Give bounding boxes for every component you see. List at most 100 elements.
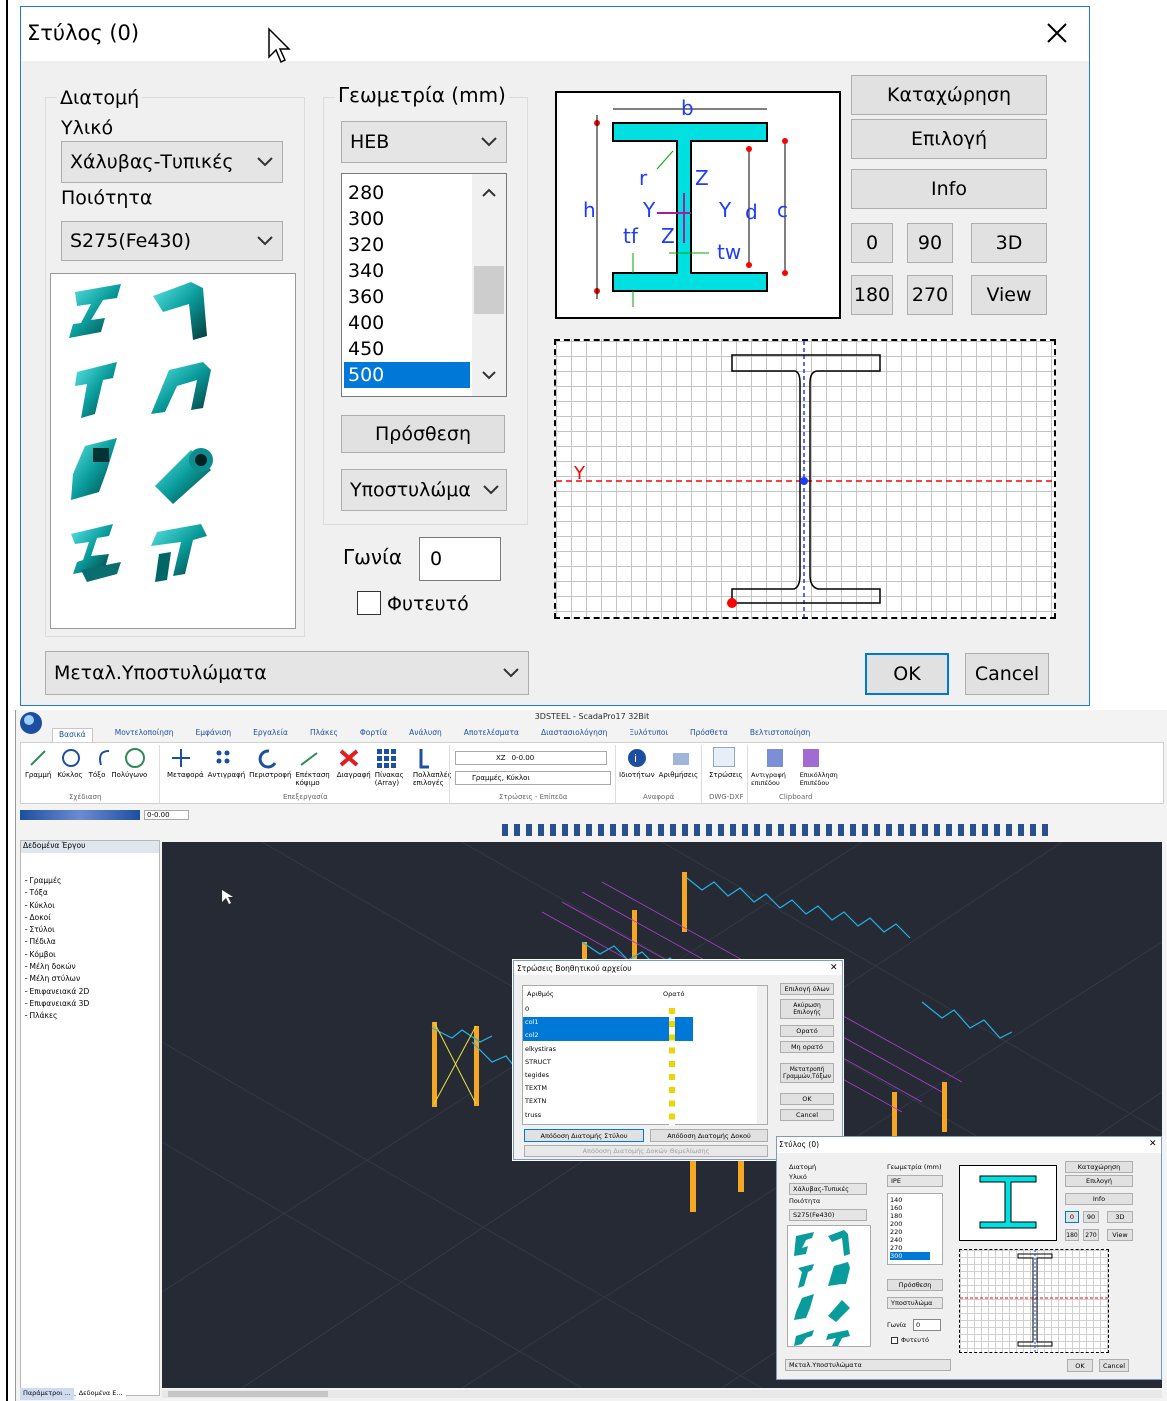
tree-item-columns[interactable]: ╴Στύλοι bbox=[25, 924, 89, 936]
size-item[interactable]: 220 bbox=[890, 1228, 942, 1236]
close-icon[interactable] bbox=[1045, 21, 1069, 45]
tree-item-footings[interactable]: ╴Πέδιλα bbox=[25, 936, 89, 948]
size-item[interactable]: 180 bbox=[890, 1212, 942, 1220]
cancel-selection-button[interactable]: Ακύρωση Επιλογής bbox=[780, 999, 834, 1019]
array-tool[interactable]: Πίνακας (Array) bbox=[375, 771, 409, 787]
small-rot0-button[interactable]: 0 bbox=[1065, 1211, 1079, 1223]
tab-basic[interactable]: Βασικά bbox=[52, 728, 93, 742]
category-combo[interactable]: Μεταλ.Υποστυλώματα bbox=[45, 651, 529, 695]
size-item[interactable]: 270 bbox=[890, 1244, 942, 1252]
layer-row-selected[interactable]: col1 bbox=[525, 1016, 556, 1029]
rotate-90-button[interactable]: 90 bbox=[907, 223, 953, 263]
small-select-button[interactable]: Επιλογή bbox=[1065, 1175, 1133, 1187]
small-info-button[interactable]: Info bbox=[1065, 1193, 1133, 1205]
tab-view[interactable]: Εμφάνιση bbox=[196, 728, 232, 742]
tab-slabs[interactable]: Πλάκες bbox=[310, 728, 338, 742]
small-category-combo[interactable]: Μεταλ.Υποστυλώματα bbox=[785, 1359, 951, 1371]
tab-project-data[interactable]: Δεδομένα Ε... bbox=[75, 1388, 126, 1400]
rect-tube-icon[interactable] bbox=[71, 438, 117, 500]
numbering-tool[interactable]: Αριθμήσεις bbox=[659, 771, 698, 779]
cancel-button[interactable]: Cancel bbox=[965, 653, 1049, 695]
rotate-tool[interactable]: Περιστροφή bbox=[249, 771, 291, 787]
tab-analysis[interactable]: Ανάλυση bbox=[409, 728, 442, 742]
layer-row[interactable]: truss bbox=[525, 1109, 556, 1122]
not-visible-button[interactable]: Μη ορατό bbox=[780, 1041, 834, 1053]
tree-item-surface-2d[interactable]: ╴Επιφανειακά 2D bbox=[25, 986, 89, 998]
layer-combo[interactable]: XZ 0-0.00 bbox=[455, 751, 607, 765]
properties-tool[interactable]: Ιδιοτήτων bbox=[619, 771, 655, 779]
select-button[interactable]: Επιλογή bbox=[851, 119, 1047, 159]
rotate-180-button[interactable]: 180 bbox=[851, 275, 893, 315]
multi-select-tool[interactable]: Πολλαπλές επιλογές bbox=[413, 771, 457, 787]
chevron-up-icon[interactable] bbox=[481, 188, 497, 198]
size-item[interactable]: 360 bbox=[348, 284, 384, 310]
paste-level-tool[interactable]: Επικόλληση Επιπέδου bbox=[800, 771, 847, 787]
quality-combo[interactable]: S275(Fe430) bbox=[61, 221, 283, 261]
dwg-layers-tool[interactable]: Στρώσεις bbox=[709, 771, 743, 779]
angle-shape-icon[interactable] bbox=[153, 282, 207, 340]
small-add-button[interactable]: Πρόσθεση bbox=[887, 1279, 943, 1291]
tree-item-nodes[interactable]: ╴Κόμβοι bbox=[25, 949, 89, 961]
small-3d-button[interactable]: 3D bbox=[1107, 1211, 1133, 1223]
small-cancel-button[interactable]: Cancel bbox=[1099, 1359, 1129, 1372]
visible-button[interactable]: Ορατό bbox=[780, 1025, 834, 1037]
polygon-tool[interactable]: Πολύγωνο bbox=[111, 771, 147, 779]
view-3d-button[interactable]: 3D bbox=[971, 223, 1047, 263]
double-channel-icon[interactable] bbox=[71, 524, 121, 582]
layer-row[interactable]: elkystiras bbox=[525, 1043, 556, 1056]
planted-checkbox[interactable] bbox=[357, 591, 381, 615]
copy-tool[interactable]: Αντιγραφή bbox=[208, 771, 246, 787]
tree-item-beams[interactable]: ╴Δοκοί bbox=[25, 912, 89, 924]
size-item[interactable]: 450 bbox=[348, 336, 384, 362]
small-profile-combo[interactable]: IPE bbox=[887, 1175, 943, 1187]
chevron-down-icon[interactable] bbox=[481, 370, 497, 380]
tree-item-surface-3d[interactable]: ╴Επιφανειακά 3D bbox=[25, 998, 89, 1010]
info-button[interactable]: Info bbox=[851, 169, 1047, 209]
assign-column-button[interactable]: Απόδοση Διατομής Στύλου bbox=[524, 1129, 644, 1142]
small-register-button[interactable]: Καταχώρηση bbox=[1065, 1161, 1133, 1173]
layer-row[interactable]: tegides bbox=[525, 1069, 556, 1082]
register-button[interactable]: Καταχώρηση bbox=[851, 75, 1047, 115]
size-item[interactable]: 240 bbox=[890, 1236, 942, 1244]
assign-beam-button[interactable]: Απόδοση Διατομής Δοκού bbox=[650, 1129, 768, 1142]
size-item[interactable]: 340 bbox=[348, 258, 384, 284]
tree-item-slabs[interactable]: ╴Πλάκες bbox=[25, 1010, 89, 1022]
tab-optimization[interactable]: Βελτιστοποίηση bbox=[750, 728, 810, 742]
tab-parameters[interactable]: Παράμετροι ... bbox=[20, 1388, 74, 1400]
close-icon[interactable]: ✕ bbox=[1149, 1139, 1157, 1149]
move-tool[interactable]: Μεταφορά bbox=[167, 771, 204, 787]
h-scrollbar[interactable] bbox=[162, 1390, 1162, 1398]
tab-results[interactable]: Αποτελέσματα bbox=[464, 728, 519, 742]
profile-combo[interactable]: HEB bbox=[341, 121, 507, 163]
tab-design[interactable]: Διαστασιολόγηση bbox=[541, 728, 607, 742]
tab-loads[interactable]: Φορτία bbox=[360, 728, 387, 742]
built-up-shape-icon[interactable] bbox=[151, 524, 207, 582]
small-quality-combo[interactable]: S275(Fe430) bbox=[789, 1209, 867, 1221]
layers-ok-button[interactable]: OK bbox=[780, 1093, 834, 1105]
layers-scrollbar[interactable] bbox=[757, 986, 767, 1124]
layers-list[interactable]: Αριθμός Ορατό 0 col1 col2 elkystiras STR… bbox=[522, 985, 768, 1126]
round-tube-icon[interactable] bbox=[155, 448, 213, 504]
size-item[interactable]: 300 bbox=[348, 206, 384, 232]
size-item[interactable]: 140 bbox=[890, 1196, 942, 1204]
draw-toolbar[interactable] bbox=[502, 824, 1054, 836]
small-ok-button[interactable]: OK bbox=[1067, 1359, 1093, 1372]
layer-row[interactable]: 0 bbox=[525, 1003, 556, 1016]
small-rot90-button[interactable]: 90 bbox=[1083, 1211, 1099, 1223]
tab-tools[interactable]: Εργαλεία bbox=[253, 728, 288, 742]
size-scrollbar[interactable] bbox=[472, 174, 506, 396]
tab-formwork[interactable]: Ξυλότυποι bbox=[629, 728, 668, 742]
visibility-icons[interactable] bbox=[669, 1006, 675, 1126]
layer-row-selected[interactable]: col2 bbox=[525, 1029, 556, 1042]
size-list[interactable]: 280 300 320 340 360 400 450 500 bbox=[341, 173, 507, 397]
size-item[interactable]: 160 bbox=[890, 1204, 942, 1212]
tree-item-arcs[interactable]: ╴Τόξα bbox=[25, 887, 89, 899]
close-icon[interactable]: ✕ bbox=[830, 963, 838, 973]
size-item-selected[interactable]: 300 bbox=[890, 1252, 930, 1260]
tree-item-beam-members[interactable]: ╴Μέλη δοκών bbox=[25, 961, 89, 973]
layers-cancel-button[interactable]: Cancel bbox=[780, 1109, 834, 1121]
layer-row[interactable]: TEXTN bbox=[525, 1095, 556, 1108]
angle-input[interactable]: 0 bbox=[419, 537, 501, 581]
rotate-270-button[interactable]: 270 bbox=[907, 275, 953, 315]
tree-item-column-members[interactable]: ╴Μέλη στύλων bbox=[25, 973, 89, 985]
